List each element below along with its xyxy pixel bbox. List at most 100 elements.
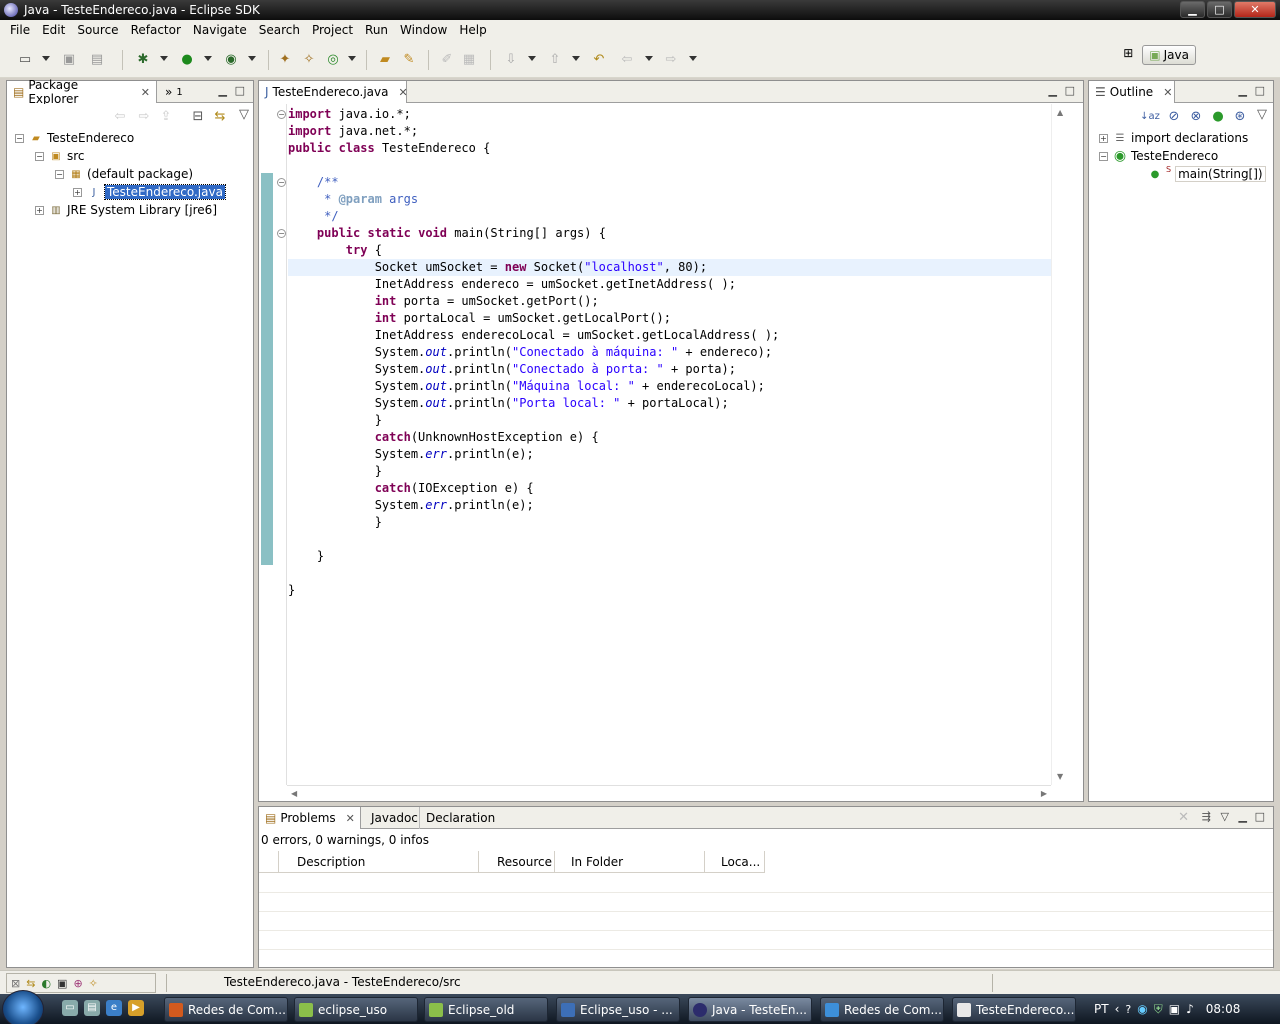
editor-horizontal-scrollbar[interactable]: ◀ ▶	[287, 785, 1051, 801]
view-overflow-button[interactable]: » 1	[159, 81, 189, 103]
collapse-icon[interactable]: −	[15, 133, 24, 143]
start-button[interactable]	[2, 990, 44, 1024]
external-tools-dropdown-icon[interactable]	[248, 56, 256, 61]
close-icon[interactable]: ✕	[399, 86, 408, 99]
scroll-right-icon[interactable]: ▶	[1041, 789, 1047, 798]
forward-dropdown-icon[interactable]	[689, 56, 697, 61]
new-java-class-icon[interactable]: ◎	[324, 50, 342, 68]
tree-item-file[interactable]: + J TesteEndereco.java	[73, 183, 226, 201]
code-line[interactable]: System.err.println(e);	[288, 446, 1051, 463]
tab-testeendereco-java[interactable]: J TesteEndereco.java ✕	[259, 81, 408, 103]
code-line[interactable]: System.out.println("Conectado à porta: "…	[288, 361, 1051, 378]
minimize-view-icon[interactable]: ▁	[1239, 84, 1247, 97]
tab-outline[interactable]: ☰ Outline ✕	[1089, 81, 1175, 103]
hide-local-types-icon[interactable]: ⊛	[1231, 107, 1249, 125]
menu-file[interactable]: File	[4, 23, 36, 37]
taskbar-item[interactable]: eclipse_uso	[294, 997, 418, 1022]
outline-item-class[interactable]: − ◉ TesteEndereco	[1099, 147, 1218, 165]
open-perspective-icon[interactable]: ⊞	[1118, 46, 1138, 64]
bulb-icon[interactable]: ◐	[41, 977, 51, 990]
maximize-view-icon[interactable]: □	[235, 84, 245, 97]
code-line[interactable]: import java.net.*;	[288, 123, 1051, 140]
run-dropdown-icon[interactable]	[204, 56, 212, 61]
collapse-icon[interactable]: −	[1099, 151, 1108, 161]
new-java-project-icon[interactable]: ✦	[276, 50, 294, 68]
back-icon[interactable]: ⇦	[111, 107, 129, 125]
star-icon[interactable]: ✧	[89, 977, 98, 990]
forward-icon[interactable]: ⇨	[662, 50, 680, 68]
code-line[interactable]: InetAddress enderecoLocal = umSocket.get…	[288, 327, 1051, 344]
code-line[interactable]: System.out.println("Máquina local: " + e…	[288, 378, 1051, 395]
editor-vertical-scrollbar[interactable]: ▲ ▼	[1051, 104, 1083, 785]
maximize-view-icon[interactable]: □	[1255, 810, 1265, 823]
close-button[interactable]: ✕	[1234, 1, 1276, 18]
up-icon[interactable]: ⇪	[157, 107, 175, 125]
new-icon[interactable]: ▭	[16, 50, 34, 68]
menu-help[interactable]: Help	[453, 23, 492, 37]
code-editor[interactable]: − − − import java.io.*; import java.net.*…	[259, 104, 1083, 801]
expand-icon[interactable]: +	[1099, 133, 1108, 143]
column-header-location[interactable]: Loca...	[705, 851, 765, 873]
scroll-left-icon[interactable]: ◀	[291, 789, 297, 798]
code-line[interactable]: catch(UnknownHostException e) {	[288, 429, 1051, 446]
new-dropdown-icon[interactable]	[42, 56, 50, 61]
fold-toggle-icon[interactable]: −	[277, 110, 286, 119]
code-line[interactable]	[288, 531, 1051, 548]
show-whitespace-icon[interactable]: ▦	[460, 50, 478, 68]
media-player-icon[interactable]: ▶	[128, 1000, 144, 1016]
column-header-in-folder[interactable]: In Folder	[555, 851, 705, 873]
next-annotation-dropdown-icon[interactable]	[528, 56, 536, 61]
code-line[interactable]: }	[288, 548, 1051, 565]
view-menu-icon[interactable]: ▽	[235, 105, 253, 123]
code-line[interactable]: System.err.println(e);	[288, 497, 1051, 514]
taskbar-item[interactable]: Eclipse_uso - ...	[556, 997, 680, 1022]
code-line[interactable]: int porta = umSocket.getPort();	[288, 293, 1051, 310]
menu-source[interactable]: Source	[71, 23, 124, 37]
filter-icon[interactable]: ⇶	[1202, 810, 1211, 823]
maximize-view-icon[interactable]: □	[1255, 84, 1265, 97]
taskbar-item[interactable]: Eclipse_old	[424, 997, 548, 1022]
fold-toggle-icon[interactable]: −	[277, 178, 286, 187]
code-line[interactable]: }	[288, 463, 1051, 480]
code-line[interactable]: /**	[288, 174, 1051, 191]
run-icon[interactable]: ●	[178, 50, 196, 68]
expand-icon[interactable]: +	[35, 205, 44, 215]
menu-window[interactable]: Window	[394, 23, 453, 37]
code-line[interactable]: Socket umSocket = new Socket("localhost"…	[288, 259, 1051, 276]
code-line[interactable]: }	[288, 514, 1051, 531]
last-edit-location-icon[interactable]: ↶	[590, 50, 608, 68]
external-tools-icon[interactable]: ◉	[222, 50, 240, 68]
tab-package-explorer[interactable]: ▤ Package Explorer ✕	[7, 78, 157, 106]
taskbar-item[interactable]: Redes de Com...	[164, 997, 288, 1022]
code-line[interactable]: int portaLocal = umSocket.getLocalPort()…	[288, 310, 1051, 327]
print-icon[interactable]: ▤	[88, 50, 106, 68]
minimize-button[interactable]: ▁	[1180, 1, 1205, 18]
show-desktop-icon[interactable]: ▭	[62, 1000, 78, 1016]
outline-item-imports[interactable]: + ☰ import declarations	[1099, 129, 1248, 147]
back-dropdown-icon[interactable]	[645, 56, 653, 61]
code-line[interactable]: InetAddress endereco = umSocket.getInetA…	[288, 276, 1051, 293]
code-line[interactable]: System.out.println("Conectado à máquina:…	[288, 344, 1051, 361]
chevron-left-icon[interactable]: ‹	[1115, 1002, 1120, 1016]
column-header-resource[interactable]: Resource	[479, 851, 555, 873]
debug-icon[interactable]: ✱	[134, 50, 152, 68]
tree-item-src[interactable]: − ▣ src	[35, 147, 85, 165]
code-line[interactable]: System.out.println("Porta local: " + por…	[288, 395, 1051, 412]
link-with-editor-icon[interactable]: ⇆	[211, 107, 229, 125]
switch-windows-icon[interactable]: ▤	[84, 1000, 100, 1016]
collapse-all-icon[interactable]: ⊟	[189, 107, 207, 125]
taskbar-item[interactable]: TesteEndereco...	[952, 997, 1076, 1022]
debug-dropdown-icon[interactable]	[160, 56, 168, 61]
search-icon[interactable]: ✎	[400, 50, 418, 68]
maximize-button[interactable]: □	[1207, 1, 1232, 18]
code-line[interactable]: public class TesteEndereco {	[288, 140, 1051, 157]
hierarchy-icon[interactable]: ⊕	[73, 977, 82, 990]
link-icon[interactable]: ⇆	[26, 977, 35, 990]
code-line[interactable]: */	[288, 208, 1051, 225]
forward-icon[interactable]: ⇨	[135, 107, 153, 125]
close-icon[interactable]: ✕	[141, 86, 150, 99]
network-icon[interactable]: ▣	[1169, 1002, 1180, 1016]
maximize-view-icon[interactable]: □	[1065, 84, 1075, 97]
help-icon[interactable]: ?	[1125, 1003, 1131, 1016]
code-line[interactable]: try {	[288, 242, 1051, 259]
